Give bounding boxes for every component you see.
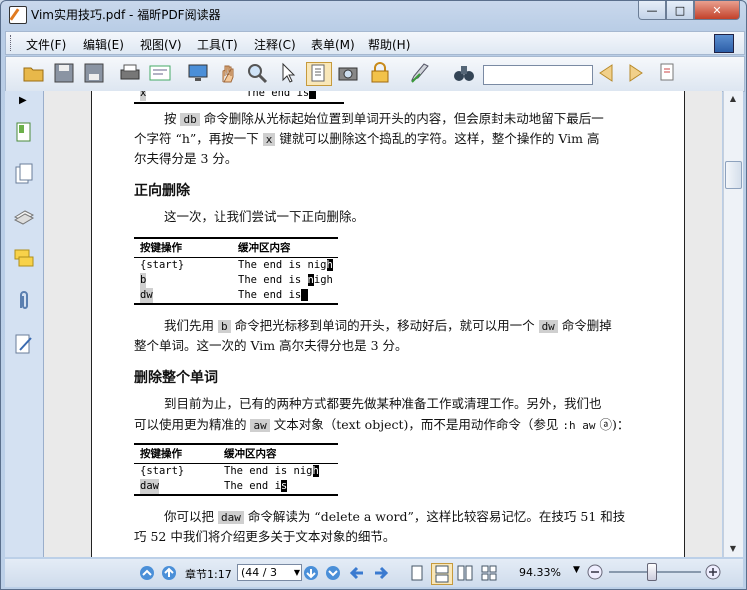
app-window: Vim实用技巧.pdf - 福昕PDF阅读器 — □ ✕ 文件(F) 编辑(E)…: [0, 0, 747, 590]
close-button[interactable]: ✕: [694, 1, 740, 20]
para-5-line-2: 巧 52 中我们将介绍更多关于文本对象的细节。: [134, 529, 396, 544]
search-options-icon[interactable]: [656, 62, 680, 84]
comments-icon[interactable]: [13, 247, 35, 269]
title-bar: Vim实用技巧.pdf - 福昕PDF阅读器 — □ ✕: [1, 1, 746, 29]
hand-tool-icon[interactable]: [216, 62, 240, 84]
document-view[interactable]: x The end is 按 db 命令删除从光标起始位置到单词开头的内容，但会…: [44, 91, 722, 557]
attachments-icon[interactable]: [13, 289, 35, 311]
back-icon[interactable]: [349, 565, 365, 581]
pdf-page: x The end is 按 db 命令删除从光标起始位置到单词开头的内容，但会…: [91, 91, 685, 557]
continuous-facing-icon[interactable]: [481, 565, 497, 581]
para-4-line-1: 到目前为止，已有的两种方式都要先做某种准备工作或清理工作。另外，我们也: [164, 396, 602, 411]
last-page-icon[interactable]: [325, 565, 341, 581]
table-top-fragment: x The end is: [134, 91, 344, 104]
para-5-line-1: 你可以把 daw 命令解读为 “delete a word”，这样比较容易记忆。…: [164, 509, 626, 524]
menu-bar: 文件(F) 编辑(E) 视图(V) 工具(T) 注释(C) 表单(M) 帮助(H…: [5, 31, 745, 55]
find-next-icon[interactable]: [624, 62, 648, 84]
zoom-tool-icon[interactable]: [246, 62, 270, 84]
minimize-button[interactable]: —: [638, 1, 666, 20]
key-cell: x: [140, 91, 147, 101]
layers-icon[interactable]: [13, 205, 35, 227]
menu-tools[interactable]: 工具(T): [197, 36, 238, 53]
properties-icon[interactable]: [148, 62, 172, 84]
table-header: 缓冲区内容: [238, 242, 291, 254]
menu-form[interactable]: 表单(M): [311, 36, 355, 53]
zoom-out-icon[interactable]: [587, 564, 603, 580]
signatures-icon[interactable]: [13, 333, 35, 355]
heading-forward-delete: 正向删除: [134, 183, 190, 199]
zoom-dropdown-icon[interactable]: ▼: [573, 565, 580, 575]
menu-comment[interactable]: 注释(C): [254, 36, 296, 53]
first-page-icon[interactable]: [139, 565, 155, 581]
table-row: {start} The end is nigh: [140, 259, 333, 271]
print-icon[interactable]: [118, 62, 142, 84]
scroll-up-icon[interactable]: ▲: [725, 91, 741, 107]
single-page-icon[interactable]: [409, 565, 425, 581]
expand-panel-icon[interactable]: ▶: [19, 95, 27, 106]
previous-page-icon[interactable]: [161, 565, 177, 581]
sign-icon[interactable]: [408, 62, 432, 84]
chapter-label: 章节1:17: [185, 568, 232, 581]
expand-icon[interactable]: [714, 34, 734, 53]
bookmarks-icon[interactable]: [13, 121, 35, 143]
table-forward-delete: 按键操作 缓冲区内容 {start} The end is nigh b The en…: [134, 237, 338, 305]
para-3-line-1: 我们先用 b 命令把光标移到单词的开头，移动好后，就可以用一个 dw 命令删掉: [164, 318, 612, 333]
buffer-cell: The end is: [246, 91, 310, 99]
status-bar: 章节1:17 (44 / 3 ▼ 94.33% ▼: [5, 559, 743, 587]
table-row: daw The end is: [140, 479, 288, 494]
binoculars-icon[interactable]: [452, 62, 476, 84]
select-arrow-icon[interactable]: [276, 62, 300, 84]
para-2: 这一次，让我们尝试一下正向删除。: [164, 209, 365, 224]
zoom-level[interactable]: 94.33%: [519, 566, 561, 579]
forward-icon[interactable]: [373, 565, 389, 581]
save-icon[interactable]: [52, 62, 76, 84]
find-previous-icon[interactable]: [594, 62, 618, 84]
table-row: b The end is nigh: [140, 273, 333, 288]
table-row: dw The end is: [134, 288, 338, 303]
table-header: 按键操作: [140, 242, 182, 254]
app-icon: [9, 6, 27, 24]
save-as-icon[interactable]: [82, 62, 106, 84]
page-number-field[interactable]: (44 / 3 ▼: [237, 564, 302, 581]
para-1-line-1: 按 db 命令删除从光标起始位置到单词开头的内容，但会原封未动地留下最后一: [164, 111, 604, 126]
pages-icon[interactable]: [13, 163, 35, 185]
para-4-line-2: 可以使用更为精准的 aw 文本对象（text object)，而不是用动作命令（…: [134, 417, 630, 432]
table-header: 缓冲区内容: [224, 448, 277, 460]
table-row: {start} The end is nigh: [140, 465, 319, 477]
facing-pages-icon[interactable]: [457, 565, 473, 581]
table-delete-word: 按键操作 缓冲区内容 {start} The end is nigh daw The …: [134, 443, 338, 496]
toolbar: [5, 56, 745, 92]
menu-help[interactable]: 帮助(H): [368, 36, 410, 53]
navigation-panel: ▶: [5, 91, 44, 557]
maximize-button[interactable]: □: [666, 1, 694, 20]
scroll-down-icon[interactable]: ▼: [725, 541, 741, 557]
rms-lock-icon[interactable]: [368, 62, 392, 84]
screen-icon[interactable]: [186, 62, 210, 84]
scroll-thumb[interactable]: [725, 161, 742, 189]
para-1-line-3: 尔夫得分是 3 分。: [134, 151, 238, 166]
heading-delete-word: 删除整个单词: [134, 370, 218, 386]
window-title: Vim实用技巧.pdf - 福昕PDF阅读器: [31, 8, 221, 22]
snapshot-icon[interactable]: [336, 62, 360, 84]
para-1-line-2: 个字符 “h”，再按一下 x 键就可以删除这个捣乱的字符。这样，整个操作的 Vi…: [134, 131, 600, 146]
text-select-icon[interactable]: [306, 62, 332, 86]
para-3-line-2: 整个单词。这一次的 Vim 高尔夫得分也是 3 分。: [134, 338, 408, 353]
menu-edit[interactable]: 编辑(E): [83, 36, 124, 53]
next-page-icon[interactable]: [303, 565, 319, 581]
search-input[interactable]: [483, 65, 593, 85]
menu-view[interactable]: 视图(V): [140, 36, 182, 53]
zoom-in-icon[interactable]: [705, 564, 721, 580]
vertical-scrollbar[interactable]: ▲ ▼: [723, 91, 743, 557]
menu-grip: [10, 35, 14, 51]
menu-file[interactable]: 文件(F): [26, 36, 66, 53]
zoom-slider-thumb[interactable]: [647, 563, 657, 581]
table-header: 按键操作: [140, 448, 182, 460]
continuous-page-icon[interactable]: [431, 563, 453, 585]
open-folder-icon[interactable]: [22, 62, 46, 84]
